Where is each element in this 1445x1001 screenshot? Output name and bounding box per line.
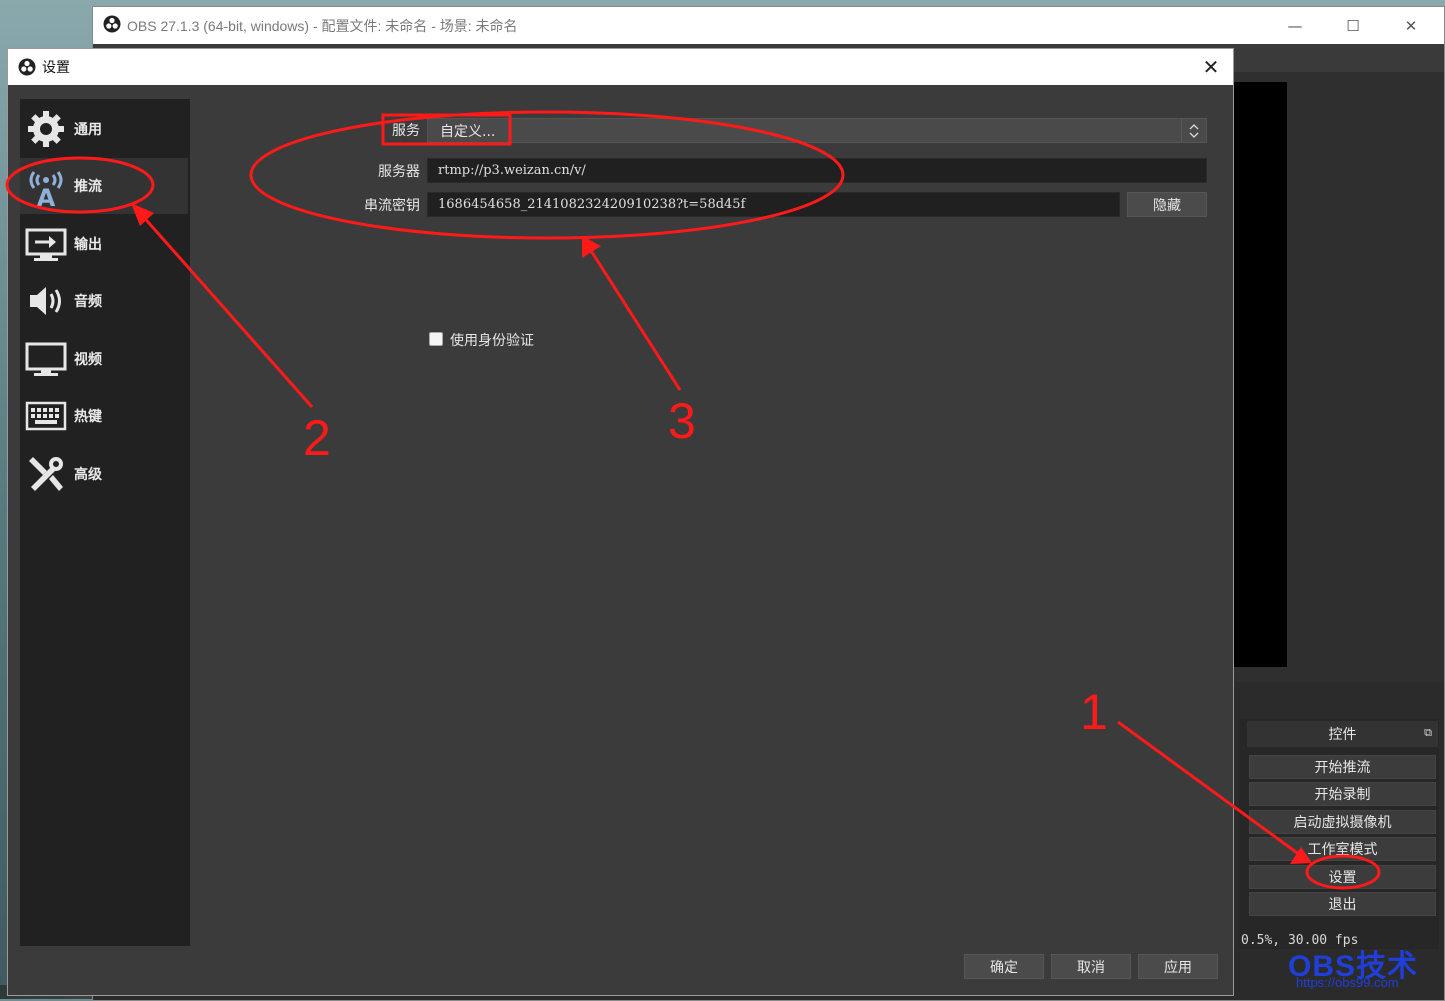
sidebar-item-label: 音频 [74, 294, 102, 310]
speaker-icon [24, 279, 68, 323]
sidebar-item-output[interactable]: 输出 [20, 216, 188, 272]
svg-text:A: A [37, 184, 56, 208]
updown-arrow-icon [1181, 119, 1206, 142]
settings-title: 设置 [42, 60, 70, 76]
obs-logo-icon [103, 15, 121, 37]
settings-button[interactable]: 设置 [1249, 865, 1436, 889]
sidebar-item-advanced[interactable]: 高级 [20, 446, 188, 502]
monitor-icon [24, 337, 68, 381]
service-combobox[interactable]: 自定义... [427, 118, 1207, 143]
annotation-number-3: 3 [668, 393, 696, 449]
server-input[interactable]: rtmp://p3.weizan.cn/v/ [427, 158, 1207, 183]
gear-icon [24, 107, 68, 151]
main-close-button[interactable]: ✕ [1382, 7, 1440, 44]
server-label: 服务器 [378, 164, 420, 180]
service-label: 服务 [392, 123, 420, 139]
sidebar-item-general[interactable]: 通用 [20, 101, 188, 157]
main-window-title: OBS 27.1.3 (64-bit, windows) - 配置文件: 未命名… [127, 17, 518, 34]
sidebar-item-video[interactable]: 视频 [20, 331, 188, 387]
sidebar-item-label: 高级 [74, 467, 102, 483]
service-value: 自定义... [440, 123, 496, 140]
start-streaming-button[interactable]: 开始推流 [1249, 755, 1436, 779]
cancel-button[interactable]: 取消 [1051, 954, 1131, 979]
use-auth-label: 使用身份验证 [450, 333, 534, 349]
start-recording-button[interactable]: 开始录制 [1249, 782, 1436, 806]
stream-key-input[interactable]: 1686454658_214108232420910238?t=58d45f [427, 192, 1120, 217]
ok-button[interactable]: 确定 [964, 954, 1044, 979]
studio-mode-button[interactable]: 工作室模式 [1249, 837, 1436, 861]
stream-key-value: 1686454658_214108232420910238?t=58d45f [438, 197, 746, 212]
preview-canvas[interactable] [1233, 82, 1287, 667]
broadcast-antenna-icon: A [24, 164, 68, 208]
controls-dock: 控件 ⧉ 开始推流 开始录制 启动虚拟摄像机 工作室模式 设置 退出 [1239, 719, 1439, 949]
stream-key-label: 串流密钥 [364, 198, 420, 214]
hide-key-button[interactable]: 隐藏 [1127, 192, 1207, 217]
sidebar-item-audio[interactable]: 音频 [20, 273, 188, 329]
sidebar-item-label: 推流 [74, 179, 102, 195]
settings-titlebar: 设置 ✕ [8, 49, 1233, 85]
apply-button[interactable]: 应用 [1138, 954, 1218, 979]
keyboard-icon [24, 394, 68, 438]
sidebar-item-label: 输出 [74, 237, 102, 253]
exit-button[interactable]: 退出 [1249, 892, 1436, 916]
start-virtual-camera-button[interactable]: 启动虚拟摄像机 [1249, 810, 1436, 834]
tools-icon [24, 452, 68, 496]
sidebar-item-label: 热键 [74, 409, 102, 425]
controls-dock-title: 控件 [1328, 727, 1357, 743]
use-auth-checkbox[interactable] [429, 332, 443, 346]
minimize-button[interactable]: — [1266, 7, 1324, 44]
sidebar-item-label: 视频 [74, 352, 102, 368]
main-titlebar: OBS 27.1.3 (64-bit, windows) - 配置文件: 未命名… [93, 7, 1444, 44]
annotation-number-1: 1 [1080, 684, 1108, 740]
sidebar-item-stream[interactable]: A 推流 [20, 158, 188, 214]
server-value: rtmp://p3.weizan.cn/v/ [438, 163, 586, 178]
sidebar-item-label: 通用 [74, 122, 102, 138]
sidebar-item-hotkeys[interactable]: 热键 [20, 388, 188, 444]
output-icon [24, 222, 68, 266]
float-dock-icon[interactable]: ⧉ [1424, 726, 1432, 740]
settings-close-button[interactable]: ✕ [1199, 55, 1223, 79]
maximize-button[interactable]: ☐ [1324, 7, 1382, 44]
controls-dock-header: 控件 ⧉ [1247, 721, 1438, 747]
obs-logo-icon [18, 58, 36, 76]
watermark-url: https://obs99.com [1296, 975, 1399, 990]
settings-sidebar: 通用 A 推流 输出 音频 视频 热键 高级 [20, 99, 190, 946]
annotation-number-2: 2 [303, 410, 331, 466]
settings-dialog: 设置 ✕ 通用 A 推流 输出 音频 视频 热键 高级 服务 自定义... 服务… [7, 48, 1234, 996]
